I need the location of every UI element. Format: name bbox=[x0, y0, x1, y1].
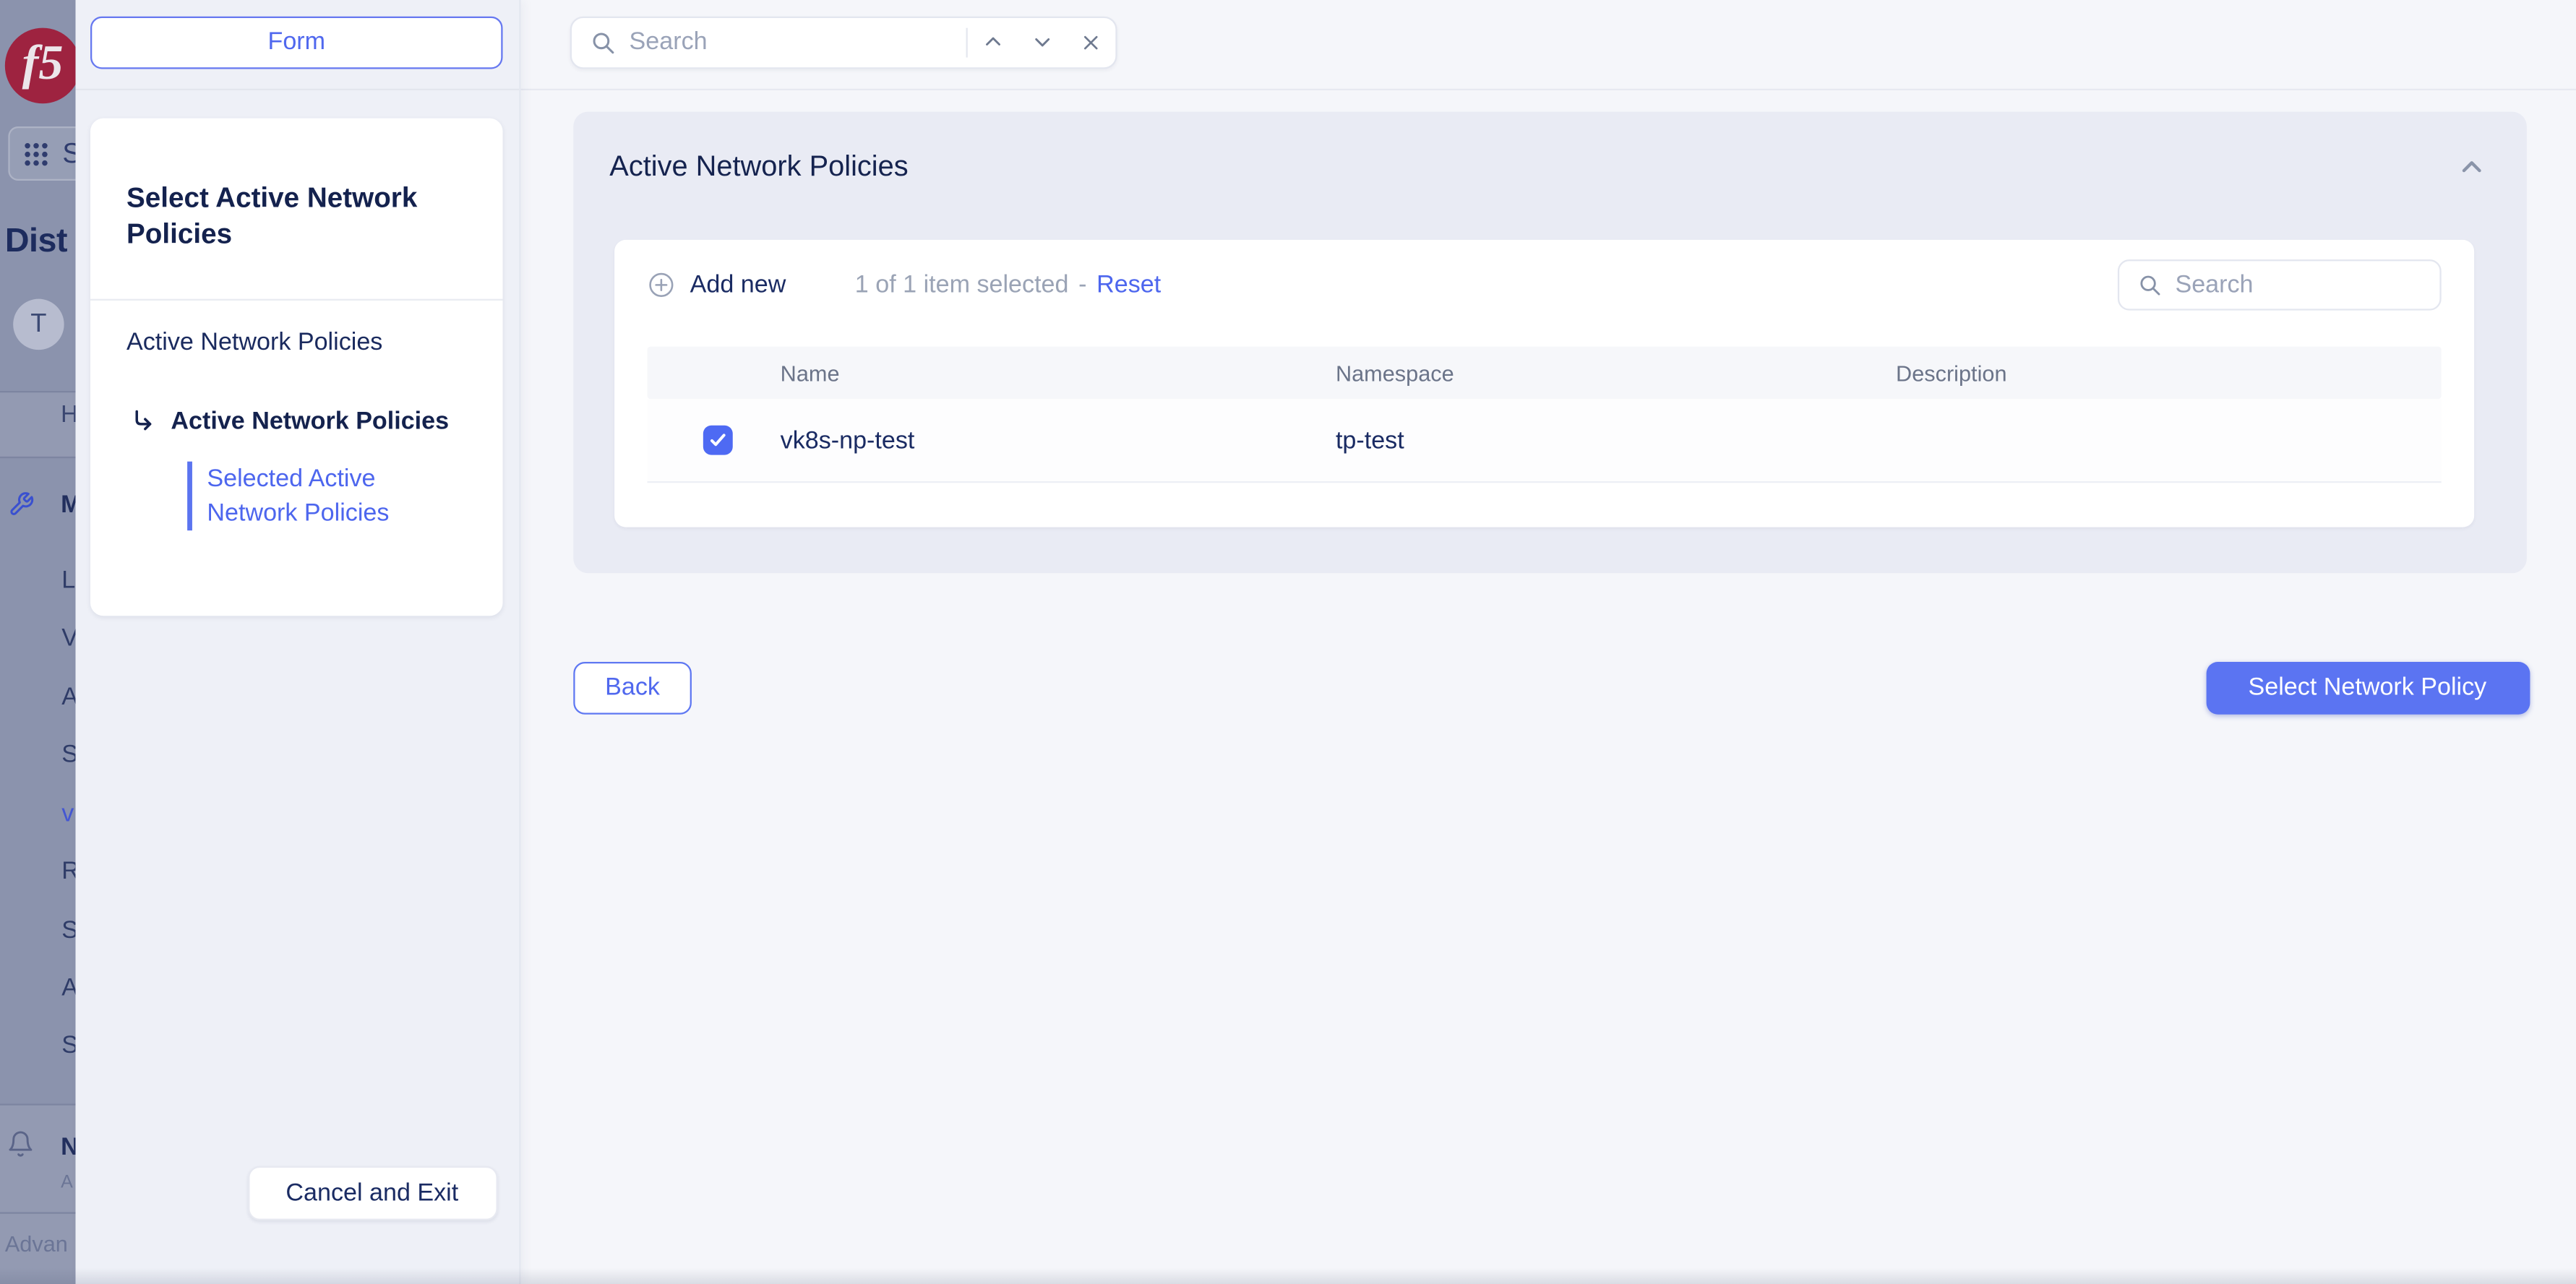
table-header-row: Name Namespace Description bbox=[648, 347, 2442, 400]
sidebar-item-home[interactable]: H bbox=[61, 402, 74, 428]
form-current-step-label: Active Network Policies bbox=[171, 407, 449, 435]
reset-selection-link[interactable]: Reset bbox=[1096, 271, 1161, 299]
notifications-sub-label: A bbox=[61, 1173, 73, 1192]
workspace-title: Dist bbox=[5, 222, 67, 262]
grid-dots-icon bbox=[22, 139, 51, 168]
find-next-button[interactable] bbox=[1017, 17, 1066, 66]
sidebar-item[interactable]: L bbox=[61, 566, 74, 595]
back-button[interactable]: Back bbox=[573, 662, 692, 715]
sidebar-divider bbox=[0, 1103, 74, 1105]
bell-icon bbox=[7, 1130, 35, 1166]
form-title: Select Active Network Policies bbox=[90, 118, 503, 252]
table-search-box bbox=[2118, 259, 2442, 310]
return-arrow-icon bbox=[130, 407, 158, 435]
selection-separator: - bbox=[1078, 271, 1086, 299]
global-find-bar bbox=[570, 16, 1117, 69]
sidebar-item[interactable]: S bbox=[61, 741, 74, 769]
panel-divider bbox=[74, 89, 518, 90]
search-icon bbox=[590, 29, 616, 55]
cell-namespace: tp-test bbox=[1336, 426, 1896, 454]
app-window: f5 S Dist T H M L V A S v R bbox=[0, 0, 2576, 1284]
sidebar-item-manage[interactable]: M bbox=[61, 491, 74, 520]
active-network-policies-card: Active Network Policies Add new 1 of 1 i… bbox=[573, 112, 2527, 574]
main-top-divider bbox=[520, 89, 2576, 90]
sidebar-item[interactable]: A bbox=[61, 684, 74, 712]
wrench-icon bbox=[8, 491, 34, 526]
policy-table-card: Add new 1 of 1 item selected - Reset bbox=[614, 240, 2474, 527]
table-search-input[interactable] bbox=[2175, 271, 2439, 299]
table-toolbar: Add new 1 of 1 item selected - Reset bbox=[648, 240, 2442, 330]
card-title: Active Network Policies bbox=[609, 150, 908, 184]
find-previous-button[interactable] bbox=[968, 17, 1017, 66]
policies-table: Name Namespace Description vk8s-n bbox=[648, 347, 2442, 483]
cancel-and-exit-button[interactable]: Cancel and Exit bbox=[247, 1166, 497, 1220]
row-checkbox-checked[interactable] bbox=[703, 426, 733, 455]
find-close-button[interactable] bbox=[1066, 17, 1115, 66]
sidebar-item-active[interactable]: v bbox=[61, 800, 74, 828]
cell-name: vk8s-np-test bbox=[781, 426, 1336, 454]
chevron-up-icon bbox=[980, 30, 1005, 54]
app-switcher-label: S bbox=[62, 137, 74, 170]
selection-status: 1 of 1 item selected bbox=[855, 271, 1069, 299]
sidebar-item-notifications[interactable]: N bbox=[61, 1133, 74, 1161]
form-sub-step-link[interactable]: Selected Active Network Policies bbox=[187, 461, 392, 530]
add-new-label: Add new bbox=[690, 271, 786, 299]
column-header-description: Description bbox=[1896, 361, 2442, 385]
form-current-step[interactable]: Active Network Policies bbox=[90, 359, 503, 441]
f5-logo: f5 bbox=[5, 28, 75, 104]
sidebar-footer-link[interactable]: Advan bbox=[5, 1232, 68, 1257]
find-input[interactable] bbox=[630, 28, 966, 56]
app-switcher-button[interactable]: S bbox=[8, 126, 74, 181]
form-mode-button[interactable]: Form bbox=[90, 16, 503, 69]
main-content: Active Network Policies Add new 1 of 1 i… bbox=[520, 0, 2576, 1284]
column-header-name: Name bbox=[781, 361, 1336, 385]
sidebar-item[interactable]: S bbox=[61, 1031, 74, 1059]
form-nav-panel: Form Select Active Network Policies Acti… bbox=[74, 0, 520, 1284]
sidebar-divider bbox=[0, 1212, 74, 1213]
check-icon bbox=[708, 431, 728, 450]
sidebar-item[interactable]: A bbox=[61, 974, 74, 1002]
sidebar-item[interactable]: S bbox=[61, 916, 74, 944]
sidebar-item[interactable]: R bbox=[61, 858, 74, 886]
viewport-bottom-shade bbox=[0, 1268, 2576, 1284]
sidebar-divider bbox=[0, 391, 74, 392]
close-icon bbox=[1079, 30, 1102, 53]
chevron-up-icon bbox=[2456, 151, 2487, 182]
table-row[interactable]: vk8s-np-test tp-test bbox=[648, 399, 2442, 483]
select-network-policy-button[interactable]: Select Network Policy bbox=[2206, 662, 2530, 715]
collapse-card-button[interactable] bbox=[2456, 151, 2487, 191]
sidebar-item[interactable]: V bbox=[61, 624, 74, 652]
tenant-avatar[interactable]: T bbox=[13, 299, 64, 350]
primary-sidebar: f5 S Dist T H M L V A S v R bbox=[0, 0, 74, 1284]
column-header-namespace: Namespace bbox=[1336, 361, 1896, 385]
search-icon bbox=[2137, 272, 2162, 297]
plus-circle-icon bbox=[648, 271, 676, 299]
add-new-button[interactable]: Add new bbox=[648, 271, 786, 299]
form-section-label[interactable]: Active Network Policies bbox=[90, 300, 503, 359]
chevron-down-icon bbox=[1029, 30, 1054, 54]
form-steps-card: Select Active Network Policies Active Ne… bbox=[90, 118, 503, 616]
sidebar-divider bbox=[0, 457, 74, 458]
